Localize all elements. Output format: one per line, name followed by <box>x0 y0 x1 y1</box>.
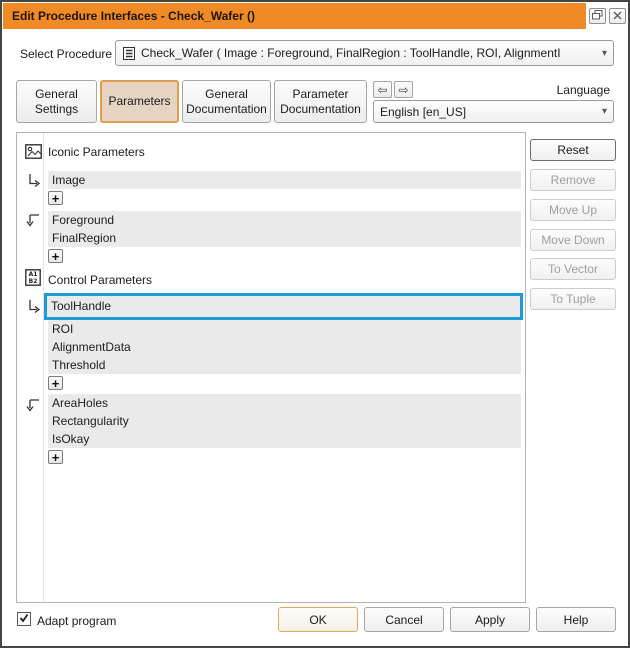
tab-general-settings[interactable]: General Settings <box>16 80 97 123</box>
param-row[interactable]: IsOkay <box>48 430 521 448</box>
param-row[interactable]: AreaHoles <box>48 394 521 412</box>
button-label: Remove <box>551 173 596 187</box>
titlebar[interactable]: Edit Procedure Interfaces - Check_Wafer … <box>3 3 586 29</box>
param-row[interactable]: Rectangularity <box>48 412 521 430</box>
param-name: IsOkay <box>52 432 89 446</box>
move-down-button[interactable]: Move Down <box>530 229 616 251</box>
input-arrow-icon <box>26 299 41 318</box>
iconic-parameters-header: Iconic Parameters <box>48 145 145 159</box>
add-iconic-input-button[interactable]: + <box>48 191 63 205</box>
tab-parameters[interactable]: Parameters <box>100 80 179 123</box>
adapt-program-label: Adapt program <box>37 614 116 628</box>
tab-label: Parameter Documentation <box>280 87 361 117</box>
button-label: Move Down <box>541 233 604 247</box>
ok-button[interactable]: OK <box>278 607 358 632</box>
param-name: ToolHandle <box>51 299 111 313</box>
svg-text:B2: B2 <box>29 278 38 285</box>
plus-icon: + <box>52 192 60 205</box>
output-arrow-icon <box>26 397 41 416</box>
tab-general-documentation[interactable]: General Documentation <box>182 80 271 123</box>
move-up-button[interactable]: Move Up <box>530 199 616 221</box>
window-title: Edit Procedure Interfaces - Check_Wafer … <box>12 9 255 23</box>
button-label: Reset <box>557 143 588 157</box>
to-vector-button[interactable]: To Vector <box>530 258 616 280</box>
gutter-divider <box>43 133 44 602</box>
help-button[interactable]: Help <box>536 607 616 632</box>
button-label: OK <box>309 613 326 627</box>
close-icon <box>613 9 622 23</box>
checkmark-icon <box>19 612 29 626</box>
cancel-button[interactable]: Cancel <box>364 607 444 632</box>
restore-window-button[interactable] <box>589 8 606 24</box>
procedure-value: Check_Wafer ( Image : Foreground, FinalR… <box>141 46 598 60</box>
procedure-dropdown-icon: ▾ <box>602 48 607 59</box>
parameter-list-panel: Iconic Parameters Image + Foreground Fin… <box>16 132 526 603</box>
button-label: Help <box>564 613 589 627</box>
plus-icon: + <box>52 250 60 263</box>
iconic-parameters-icon <box>25 144 42 162</box>
param-name: Threshold <box>52 358 105 372</box>
control-parameters-icon: A1B2 <box>25 269 41 289</box>
tab-label: General Documentation <box>186 87 267 117</box>
param-row[interactable]: Image <box>48 171 521 189</box>
restore-window-icon <box>592 9 603 23</box>
input-arrow-icon <box>26 173 41 192</box>
plus-icon: + <box>52 377 60 390</box>
param-name: Rectangularity <box>52 414 129 428</box>
tab-label: General Settings <box>22 87 91 117</box>
param-name: AlignmentData <box>52 340 131 354</box>
tab-label: Parameters <box>108 94 170 109</box>
param-name: Foreground <box>52 213 114 227</box>
button-label: To Tuple <box>550 292 595 306</box>
procedure-combobox[interactable]: Check_Wafer ( Image : Foreground, FinalR… <box>115 40 614 66</box>
select-procedure-label: Select Procedure <box>20 47 112 61</box>
param-name: FinalRegion <box>52 231 116 245</box>
reset-button[interactable]: Reset <box>530 139 616 161</box>
button-label: To Vector <box>548 262 598 276</box>
svg-text:A1: A1 <box>29 271 38 278</box>
apply-button[interactable]: Apply <box>450 607 530 632</box>
arrow-left-icon: ⇦ <box>377 84 387 96</box>
param-row[interactable]: FinalRegion <box>48 229 521 247</box>
button-label: Apply <box>475 613 505 627</box>
language-value: English [en_US] <box>380 105 598 119</box>
language-prev-button[interactable]: ⇦ <box>373 81 392 98</box>
param-row[interactable]: AlignmentData <box>48 338 521 356</box>
param-row[interactable]: ROI <box>48 320 521 338</box>
param-name: ROI <box>52 322 73 336</box>
tab-parameter-documentation[interactable]: Parameter Documentation <box>274 80 367 123</box>
add-control-output-button[interactable]: + <box>48 450 63 464</box>
param-row[interactable]: Foreground <box>48 211 521 229</box>
edit-procedure-interfaces-dialog: Edit Procedure Interfaces - Check_Wafer … <box>0 0 630 648</box>
to-tuple-button[interactable]: To Tuple <box>530 288 616 310</box>
plus-icon: + <box>52 451 60 464</box>
param-row[interactable]: Threshold <box>48 356 521 374</box>
close-button[interactable] <box>609 8 626 24</box>
language-label: Language <box>557 83 610 97</box>
param-name: AreaHoles <box>52 396 108 410</box>
add-control-input-button[interactable]: + <box>48 376 63 390</box>
language-next-button[interactable]: ⇨ <box>394 81 413 98</box>
arrow-right-icon: ⇨ <box>398 84 408 96</box>
add-iconic-output-button[interactable]: + <box>48 249 63 263</box>
selected-param-row[interactable]: ToolHandle <box>44 293 523 320</box>
output-arrow-icon <box>26 212 41 231</box>
control-parameters-header: Control Parameters <box>48 273 152 287</box>
procedure-icon <box>122 46 136 61</box>
button-label: Cancel <box>385 613 422 627</box>
remove-button[interactable]: Remove <box>530 169 616 191</box>
adapt-program-checkbox[interactable] <box>17 612 31 626</box>
language-dropdown-icon: ▾ <box>602 106 607 117</box>
language-combobox[interactable]: English [en_US] ▾ <box>373 100 614 123</box>
button-label: Move Up <box>549 203 597 217</box>
param-name: Image <box>52 173 85 187</box>
